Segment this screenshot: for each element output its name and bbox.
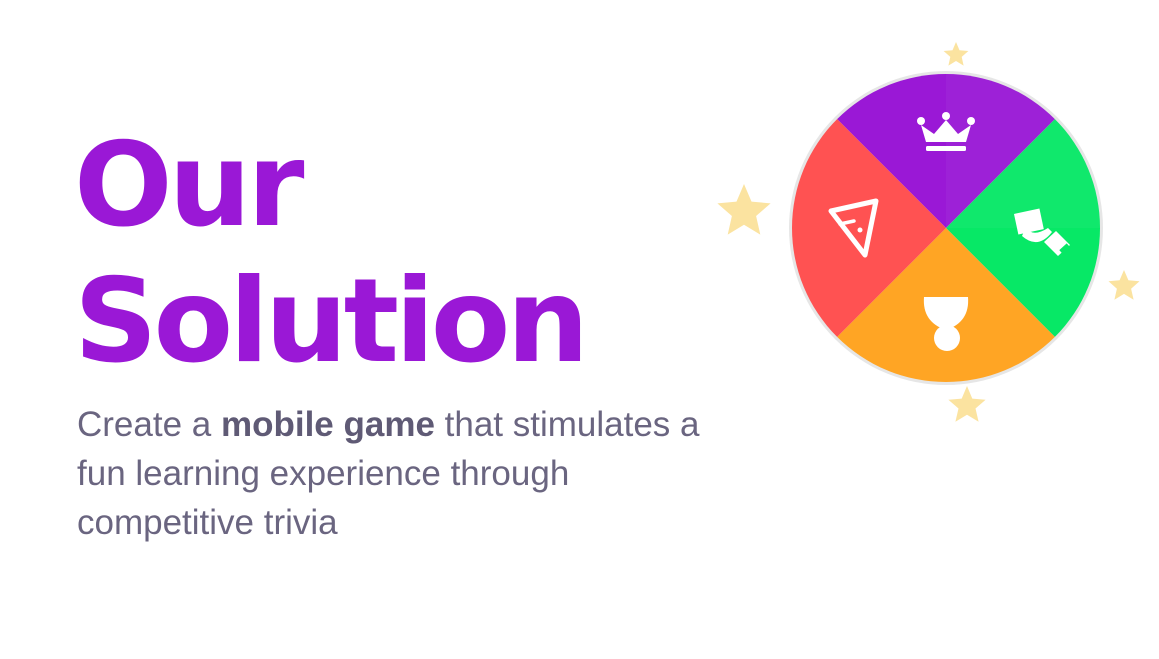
title-line-1: Our (74, 118, 304, 253)
description-emphasis: mobile game (220, 405, 435, 444)
star-icon (1108, 270, 1140, 300)
title-line-2: Solution (74, 254, 589, 389)
star-icon (948, 386, 986, 422)
star-icon (717, 184, 771, 235)
description-text-start: Create a (77, 405, 221, 444)
trivia-wheel-illustration (700, 30, 1159, 450)
solution-description: Create a mobile game that stimulates a f… (77, 400, 737, 547)
star-icon (943, 42, 969, 66)
page-title: Our Solution (74, 118, 589, 390)
